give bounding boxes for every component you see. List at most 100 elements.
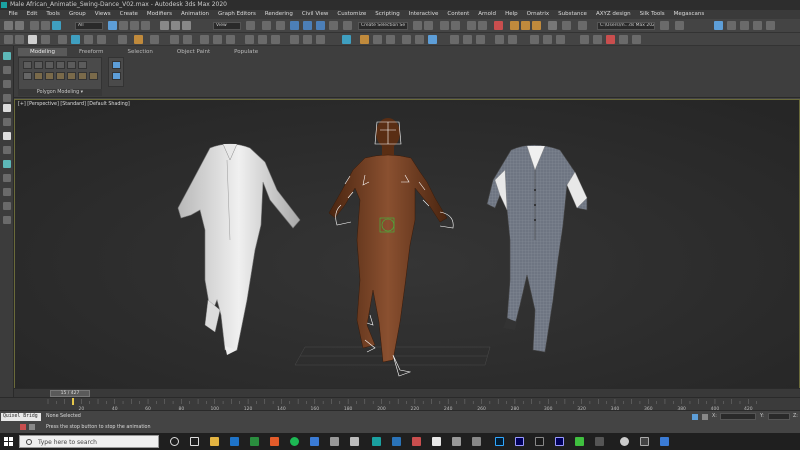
epic-launcher-icon[interactable] <box>640 437 649 446</box>
border-mode-button[interactable] <box>56 61 65 69</box>
scripts-icon[interactable] <box>593 35 602 44</box>
vertex-mode-button[interactable] <box>34 61 43 69</box>
menu-help[interactable]: Help <box>501 10 523 19</box>
maximize-viewport-icon[interactable] <box>753 21 762 30</box>
create-spacewarp-icon[interactable] <box>170 35 179 44</box>
file-explorer-icon[interactable] <box>210 437 219 446</box>
settings-taskbar-icon[interactable] <box>472 437 481 446</box>
hair-icon[interactable] <box>415 35 424 44</box>
edge-mode-button[interactable] <box>45 61 54 69</box>
modifier-taper-icon[interactable] <box>226 35 235 44</box>
ribbon-tab-populate[interactable]: Populate <box>222 48 270 56</box>
modify-panel-icon[interactable] <box>3 66 11 74</box>
outlook-icon[interactable] <box>230 437 239 446</box>
viewport-layout-icon[interactable] <box>740 21 749 30</box>
record-icon[interactable] <box>606 35 615 44</box>
menu-civil-view[interactable]: Civil View <box>297 10 332 19</box>
excel-icon[interactable] <box>250 437 259 446</box>
previous-modifier-button[interactable] <box>45 72 54 80</box>
viewport-config-icon[interactable] <box>619 35 628 44</box>
menu-ornatrix[interactable]: Ornatrix <box>522 10 554 19</box>
maxscript-listener-input[interactable]: Quixel Bridg <box>1 413 41 421</box>
next-modifier-button[interactable] <box>56 72 65 80</box>
select-manipulate-icon[interactable] <box>262 21 271 30</box>
3dsmax-taskbar-icon[interactable] <box>372 437 381 446</box>
viewport-label[interactable]: [+] [Perspective] [Standard] [Default Sh… <box>18 102 130 107</box>
ribbon-tab-freeform[interactable]: Freeform <box>67 48 116 56</box>
create-panel-icon[interactable] <box>3 52 11 60</box>
bind-space-warp-icon[interactable] <box>52 21 61 30</box>
render-icon[interactable] <box>530 35 539 44</box>
menu-edit[interactable]: Edit <box>22 10 42 19</box>
menu-rendering[interactable]: Rendering <box>260 10 297 19</box>
field-of-view-icon[interactable] <box>3 174 11 182</box>
y-coordinate-field[interactable] <box>768 413 790 420</box>
create-tube-icon[interactable] <box>97 35 106 44</box>
link-icon[interactable] <box>30 21 39 30</box>
taskbar-search-box[interactable]: Type here to search <box>19 435 159 448</box>
menu-create[interactable]: Create <box>115 10 142 19</box>
menu-substance[interactable]: Substance <box>554 10 592 19</box>
notepad-icon[interactable] <box>330 437 339 446</box>
hierarchy-panel-icon[interactable] <box>3 80 11 88</box>
bridge-icon[interactable] <box>660 437 669 446</box>
zoom-extents-icon[interactable] <box>3 188 11 196</box>
utilities-panel-icon[interactable] <box>3 118 11 126</box>
skin-icon[interactable] <box>495 35 504 44</box>
repeat-last-button[interactable] <box>89 72 98 80</box>
rotate-icon[interactable] <box>171 21 180 30</box>
ribbon-tab-object-paint[interactable]: Object Paint <box>165 48 222 56</box>
modify-mode-button[interactable] <box>23 72 32 80</box>
workspace-icon[interactable] <box>675 21 684 30</box>
spotify-icon[interactable] <box>290 437 299 446</box>
menu-modifiers[interactable]: Modifiers <box>142 10 176 19</box>
polygon-mode-button[interactable] <box>67 61 76 69</box>
snapshot-icon[interactable] <box>727 21 736 30</box>
menu-scripting[interactable]: Scripting <box>371 10 404 19</box>
pan-icon[interactable] <box>3 160 11 168</box>
create-plane-icon[interactable] <box>58 35 67 44</box>
align-icon[interactable] <box>424 21 433 30</box>
undo-icon[interactable] <box>4 21 13 30</box>
swift-loop-button[interactable] <box>112 72 121 80</box>
modifier-bend-icon[interactable] <box>200 35 209 44</box>
megascans-icon[interactable] <box>556 35 565 44</box>
auto-key-icon[interactable] <box>20 424 26 430</box>
element-mode-button[interactable] <box>78 61 87 69</box>
shirt-icon[interactable] <box>28 35 37 44</box>
modifier-twist-icon[interactable] <box>213 35 222 44</box>
curve-editor-icon[interactable] <box>467 21 476 30</box>
after-effects-icon[interactable] <box>555 437 564 446</box>
create-camera-icon[interactable] <box>134 35 143 44</box>
create-sphere-icon[interactable] <box>15 35 24 44</box>
ornatrix-icon[interactable] <box>342 35 351 44</box>
create-teapot-icon[interactable] <box>41 35 50 44</box>
ribbon-tab-selection[interactable]: Selection <box>116 48 165 56</box>
render-production-icon[interactable] <box>532 21 541 30</box>
a360-gallery-icon[interactable] <box>562 21 571 30</box>
preserve-uvs-button[interactable] <box>78 72 87 80</box>
menu-axyz-design[interactable]: AXYZ design <box>591 10 635 19</box>
display-panel-icon[interactable] <box>3 104 11 112</box>
menu-animation[interactable]: Animation <box>177 10 214 19</box>
menu-interactive[interactable]: Interactive <box>404 10 443 19</box>
media-player-icon[interactable] <box>270 437 279 446</box>
orbit-icon[interactable] <box>3 146 11 154</box>
menu-arnold[interactable]: Arnold <box>474 10 501 19</box>
substance-painter-icon[interactable] <box>575 437 584 446</box>
current-frame-marker[interactable] <box>72 398 75 405</box>
cat-icon[interactable] <box>463 35 472 44</box>
acrobat-icon[interactable] <box>412 437 421 446</box>
x-coordinate-field[interactable] <box>720 413 756 420</box>
reference-coordinate-dropdown[interactable]: View <box>213 22 241 30</box>
create-torus-icon[interactable] <box>84 35 93 44</box>
modifier-uvw-icon[interactable] <box>316 35 325 44</box>
morpher-icon[interactable] <box>508 35 517 44</box>
create-cylinder-icon[interactable] <box>71 35 80 44</box>
edit-mode-button[interactable] <box>23 61 32 69</box>
schematic-view-icon[interactable] <box>478 21 487 30</box>
ribbon-tab-modeling[interactable]: Modeling <box>18 48 68 56</box>
substance-icon[interactable] <box>360 35 369 44</box>
menu-file[interactable]: File <box>4 10 22 19</box>
display-options-icon[interactable] <box>632 35 641 44</box>
